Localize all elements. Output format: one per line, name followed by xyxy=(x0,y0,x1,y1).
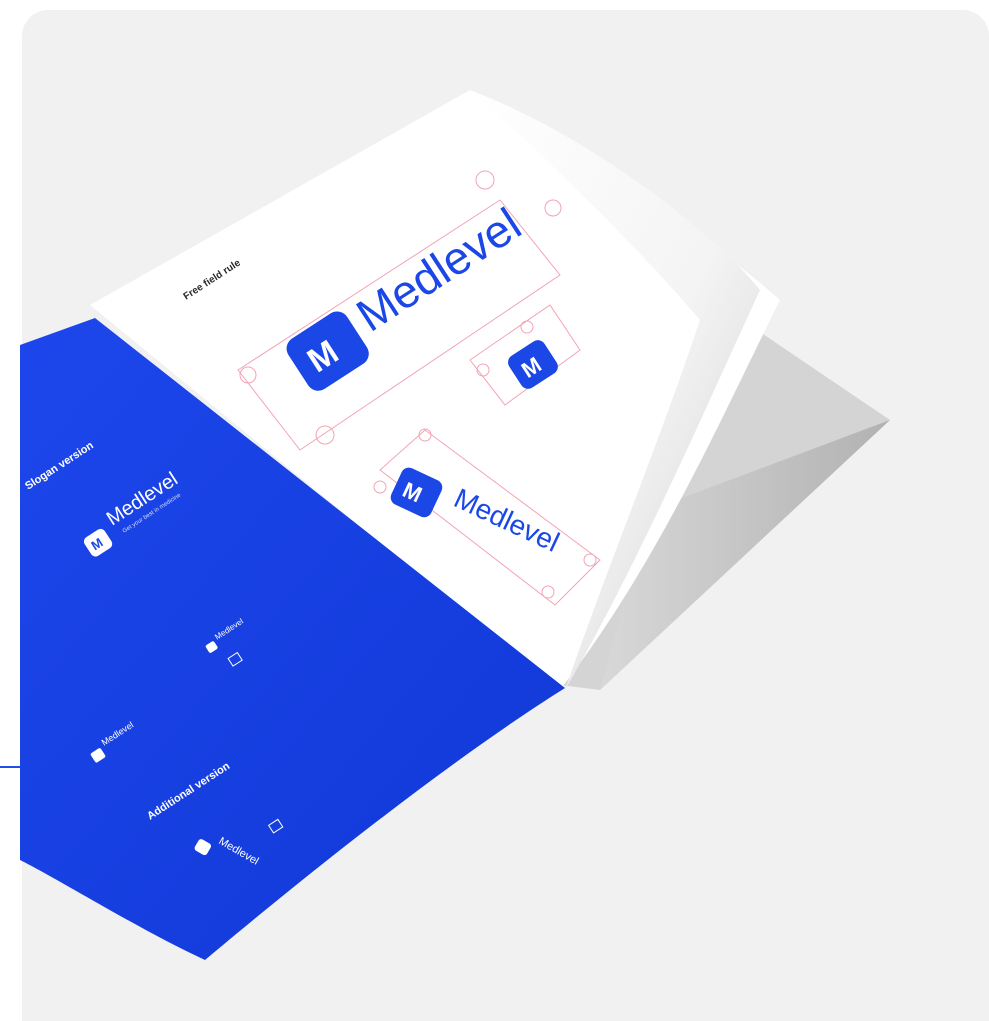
brochure-mockup: Free field rule M Medlevel M M Medlevel … xyxy=(20,90,890,960)
